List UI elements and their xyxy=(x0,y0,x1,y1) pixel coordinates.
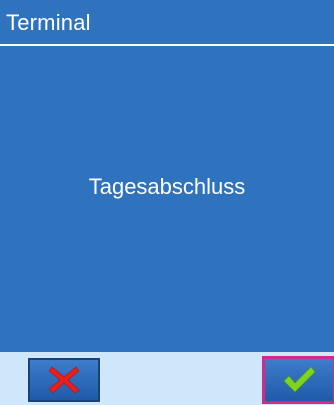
button-bar xyxy=(0,352,334,405)
cancel-button[interactable] xyxy=(28,358,100,402)
title-bar: Terminal xyxy=(0,0,334,46)
status-message: Tagesabschluss xyxy=(88,174,246,199)
x-icon xyxy=(48,366,80,394)
terminal-screen: Terminal Tagesabschluss xyxy=(0,0,334,405)
confirm-button[interactable] xyxy=(262,356,334,404)
window-title: Terminal xyxy=(6,10,91,35)
content-area: Tagesabschluss xyxy=(0,46,334,352)
checkmark-icon xyxy=(283,366,316,393)
